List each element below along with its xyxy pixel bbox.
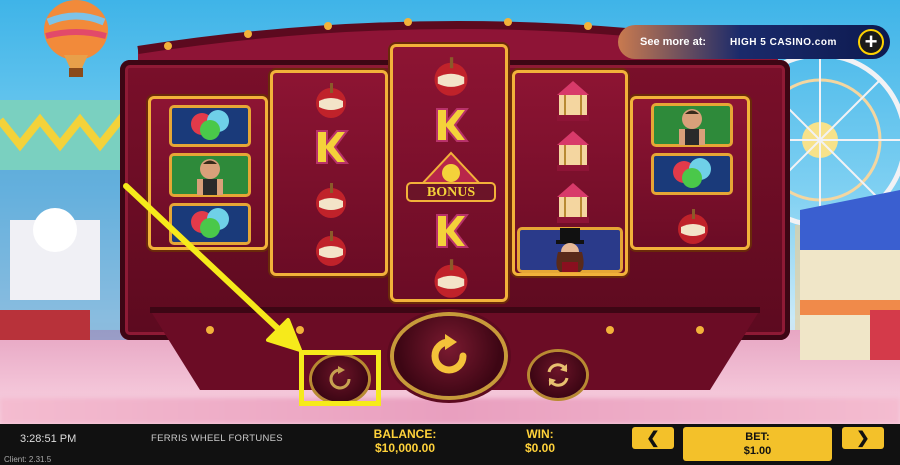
candy-apple-symbol (655, 201, 731, 253)
bonus-symbol: BONUS (401, 147, 501, 205)
spin-button[interactable] (394, 316, 504, 396)
bottom-bar: 3:28:51 PM FERRIS WHEEL FORTUNES Client:… (0, 424, 900, 465)
promo-brand: HIGH 5 CASINO.com (730, 36, 837, 48)
win-label: WIN: (526, 427, 554, 441)
reel-4 (512, 70, 628, 276)
balance-value: $10,000.00 (374, 441, 436, 455)
plus-icon[interactable]: + (858, 29, 884, 55)
promo-text: See more at: (640, 36, 707, 48)
bet-display: BET: $1.00 (683, 427, 832, 461)
candy-apple-symbol (413, 253, 489, 305)
refresh-icon (547, 363, 569, 387)
carousel-symbol (535, 75, 611, 127)
game-stage: BONUS See more at: HIGH 5 CASINO.com + 3… (0, 0, 900, 465)
carousel-symbol (535, 125, 611, 177)
bonus-label: BONUS (426, 185, 476, 200)
tent-right (800, 190, 900, 360)
promo-banner[interactable]: See more at: HIGH 5 CASINO.com + (618, 25, 890, 59)
strongman-symbol (651, 103, 733, 147)
ringmaster-symbol (517, 227, 623, 273)
yellow-arrow-icon (123, 183, 302, 352)
turbo-spin-button[interactable] (530, 352, 586, 398)
carousel-symbol (535, 177, 611, 229)
spin-arrow-icon (431, 334, 467, 374)
clock: 3:28:51 PM (20, 433, 77, 445)
bet-label: BET: (745, 431, 770, 443)
win-value: $0.00 (524, 441, 556, 455)
k-letter-symbol (293, 121, 369, 173)
balance-label: BALANCE: (373, 427, 437, 441)
client-version: Client: 2.31.5 (4, 455, 52, 464)
k-letter-symbol (413, 205, 489, 257)
bet-decrease-button[interactable]: ❮ (632, 427, 674, 449)
reel-3: BONUS (390, 44, 508, 302)
blur-band (0, 398, 900, 424)
k-letter-symbol (413, 99, 489, 151)
balloons-symbol (169, 105, 251, 147)
bet-value: $1.00 (743, 445, 772, 457)
game-title: FERRIS WHEEL FORTUNES (151, 433, 283, 444)
candy-apple-symbol (413, 51, 489, 103)
reel-5 (630, 96, 750, 250)
hot-air-balloon-icon (44, 0, 108, 77)
bet-increase-button[interactable]: ❯ (842, 427, 884, 449)
balloons-symbol (651, 153, 733, 195)
candy-apple-symbol (293, 75, 369, 127)
